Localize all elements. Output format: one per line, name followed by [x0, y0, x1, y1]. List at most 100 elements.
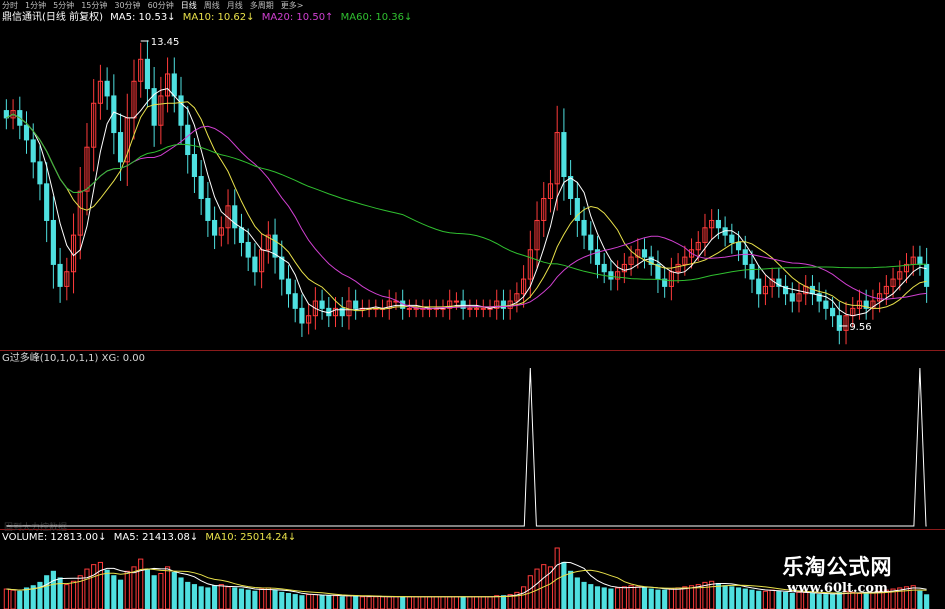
candle-body	[480, 307, 486, 310]
volume-bar	[682, 586, 688, 609]
volume-bar	[178, 577, 184, 609]
volume-bar	[285, 592, 292, 609]
ma20-line	[6, 113, 927, 310]
candle-body	[688, 249, 695, 258]
candle-body	[782, 285, 789, 295]
volume-bar	[339, 596, 345, 609]
volume-bar	[688, 585, 695, 609]
candle-body	[554, 132, 560, 185]
volume-bar	[756, 590, 762, 609]
candle-body	[453, 300, 460, 303]
candle-body	[346, 300, 352, 317]
volume-bar	[554, 547, 560, 609]
period-tab[interactable]: 分时	[2, 0, 18, 11]
volume-bar	[158, 573, 164, 609]
volume-bar	[144, 568, 151, 609]
volume-bar	[514, 591, 520, 609]
volume-bar	[924, 594, 930, 609]
candle-body	[796, 293, 802, 302]
candle-body	[655, 263, 661, 280]
volume-bar	[386, 596, 392, 609]
volume-bar	[574, 577, 580, 609]
volume-bar	[292, 594, 298, 609]
candle-body	[863, 300, 869, 309]
volume-bar	[735, 587, 742, 609]
candle-body	[809, 285, 816, 295]
volume-bar	[641, 587, 648, 609]
volume-bar	[64, 584, 70, 609]
volume-bar	[473, 596, 480, 609]
candle-body	[426, 307, 433, 310]
volume-bar	[675, 587, 681, 609]
volume-bar	[97, 561, 103, 609]
candle-body	[702, 227, 708, 243]
candle-body	[225, 205, 231, 229]
period-tab[interactable]: 周线	[204, 0, 220, 11]
panel-divider	[0, 529, 945, 530]
candle-body	[850, 307, 856, 317]
volume-bar	[487, 596, 493, 609]
volume-bar	[117, 579, 124, 609]
candle-body	[883, 285, 889, 295]
volume-bar	[749, 589, 755, 609]
volume-bar	[910, 585, 916, 609]
chart-canvas: 13.45 9.56	[3, 37, 930, 609]
volume-bar	[722, 585, 728, 609]
volume-bar	[30, 585, 36, 609]
candle-body	[682, 256, 688, 265]
period-tab[interactable]: 多周期	[250, 0, 274, 11]
period-tab[interactable]: 30分钟	[114, 0, 140, 11]
candle-body	[17, 110, 23, 126]
volume-bar	[709, 580, 715, 609]
volume-bar	[742, 588, 748, 609]
volume-bar	[527, 575, 533, 609]
volume-bar	[615, 587, 621, 609]
candle-body	[789, 293, 795, 302]
period-bar: 分时 1分钟 5分钟 15分钟 30分钟 60分钟 日线 周线 月线 多周期 更多>	[2, 0, 303, 11]
candle-body	[400, 300, 406, 309]
volume-bar	[359, 596, 365, 609]
candle-body	[272, 234, 278, 258]
volume-bar	[245, 589, 251, 609]
candle-body	[265, 234, 271, 251]
ma20-readout: MA20: 10.50↑	[261, 12, 334, 23]
volume-bar	[50, 570, 56, 609]
candle-body	[803, 285, 809, 295]
period-tab[interactable]: 15分钟	[81, 0, 107, 11]
volume-bar	[480, 596, 486, 609]
candle-body	[628, 256, 634, 265]
volume-bar	[366, 596, 372, 609]
period-tab[interactable]: 1分钟	[25, 0, 46, 11]
candle-body	[91, 102, 97, 148]
vol-ma10-readout: MA10: 25014.24↓	[205, 532, 297, 543]
period-tab[interactable]: 60分钟	[148, 0, 174, 11]
ma10-line	[6, 101, 927, 312]
volume-bar	[279, 591, 285, 609]
period-tab[interactable]: 日线	[181, 0, 197, 11]
candle-body	[433, 307, 439, 310]
candle-body	[178, 95, 184, 126]
volume-bar	[621, 586, 627, 609]
candle-body	[588, 234, 594, 251]
candle-body	[823, 300, 829, 309]
volume-bar	[37, 581, 43, 609]
period-tab[interactable]: 5分钟	[53, 0, 74, 11]
candle-body	[111, 95, 117, 134]
candle-body	[662, 278, 668, 287]
volume-bar	[198, 586, 204, 609]
volume-readout: VOLUME: 12813.00↓	[2, 532, 107, 543]
candle-body	[326, 307, 332, 317]
ma60-line	[6, 113, 927, 282]
volume-bar	[568, 570, 574, 609]
candle-body	[621, 263, 627, 273]
volume-bar	[662, 589, 668, 609]
volume-bar	[265, 587, 271, 609]
period-tab[interactable]: 月线	[227, 0, 243, 11]
candle-body	[285, 278, 292, 295]
volume-bar	[500, 595, 507, 609]
volume-bar	[10, 589, 16, 609]
volume-bar	[272, 589, 278, 609]
xg-signal-line	[6, 367, 927, 527]
period-tab[interactable]: 更多>	[281, 0, 304, 11]
candle-body	[306, 315, 312, 324]
